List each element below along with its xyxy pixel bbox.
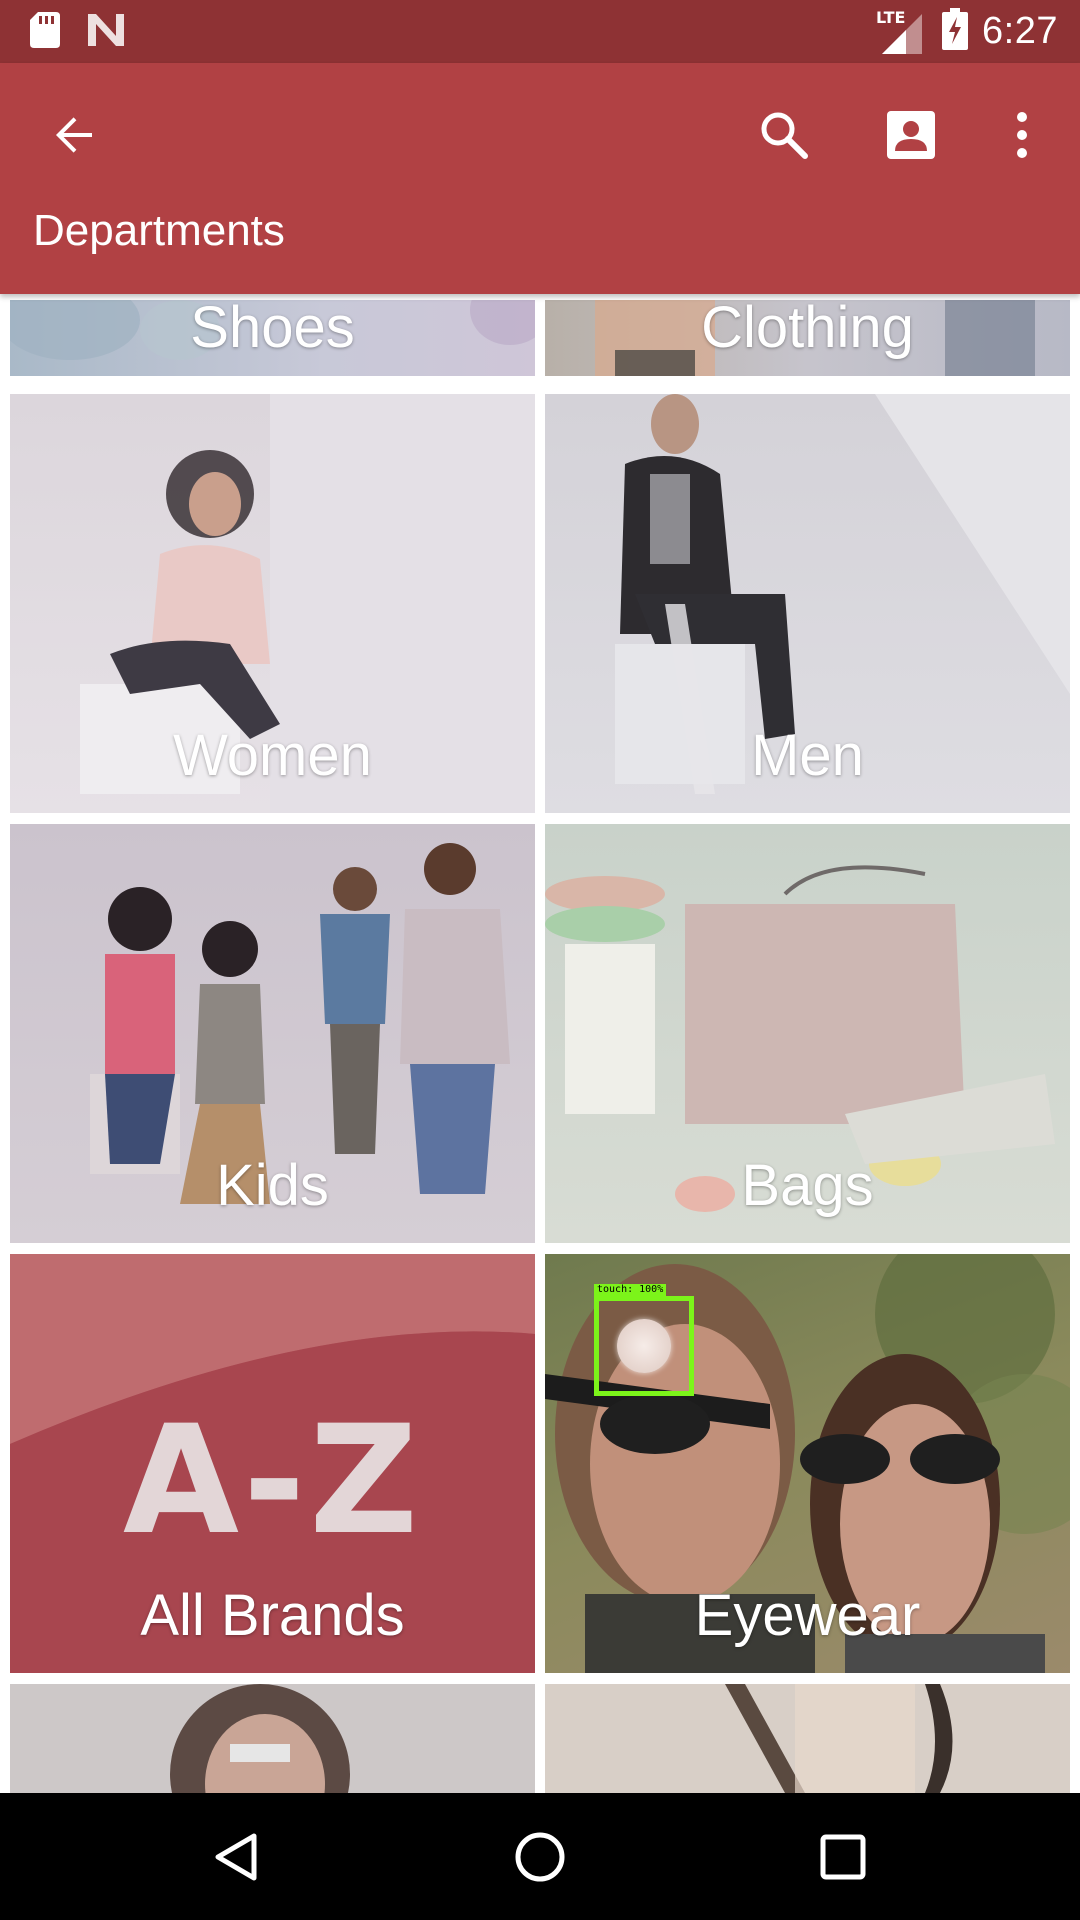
account-button[interactable] [871, 95, 951, 175]
department-label: Women [173, 723, 372, 788]
account-icon [887, 111, 935, 159]
back-button[interactable] [34, 95, 114, 175]
status-right: LTE 6:27 [876, 0, 1058, 63]
az-art-text: A-Z [122, 1394, 423, 1568]
clock: 6:27 [982, 10, 1058, 52]
status-left [30, 12, 126, 53]
navigation-bar [0, 1793, 1080, 1920]
nav-recents-icon [820, 1834, 866, 1880]
department-label: Men [751, 723, 864, 788]
screen: LTE 6:27 Departments Shoes Clothing Wome… [0, 0, 1080, 1920]
back-arrow-icon [56, 117, 92, 153]
department-tile-kids[interactable]: Kids [10, 824, 535, 1243]
department-tile-shoes[interactable]: Shoes [10, 300, 535, 376]
touch-indicator-label: touch: 100% [594, 1284, 667, 1296]
app-bar: Departments [0, 63, 1080, 294]
page-title: Departments [33, 206, 285, 255]
nav-back-icon [215, 1833, 257, 1881]
battery-charging-icon [942, 8, 969, 55]
nav-recents-button[interactable] [803, 1817, 883, 1897]
status-bar: LTE 6:27 [0, 0, 1080, 63]
department-label: Eyewear [694, 1583, 921, 1648]
department-tile-women[interactable]: Women [10, 394, 535, 813]
department-label: All Brands [140, 1583, 405, 1648]
sd-card-icon [30, 12, 60, 53]
partial-image-2 [725, 1684, 953, 1793]
department-label: Shoes [190, 300, 355, 360]
nav-home-icon [515, 1832, 565, 1882]
department-tile-all-brands[interactable]: A-Z All Brands [10, 1254, 535, 1673]
department-tile-partial-1[interactable] [10, 1684, 535, 1793]
more-options-button[interactable] [982, 95, 1062, 175]
search-icon [761, 112, 808, 159]
department-label: Kids [216, 1153, 329, 1218]
more-vert-icon [1017, 112, 1027, 158]
n-notification-icon [86, 12, 126, 53]
department-label: Clothing [701, 300, 914, 360]
departments-grid: Shoes Clothing Women Men Kids Bags A-Z A… [0, 294, 1080, 1793]
partial-image-1 [170, 1684, 350, 1793]
department-tile-men[interactable]: Men [545, 394, 1070, 813]
department-label: Bags [741, 1153, 874, 1218]
touch-point-icon [617, 1319, 671, 1373]
department-tile-partial-2[interactable] [545, 1684, 1070, 1793]
signal-icon: LTE [876, 8, 928, 54]
nav-back-button[interactable] [196, 1817, 276, 1897]
nav-home-button[interactable] [500, 1817, 580, 1897]
department-tile-bags[interactable]: Bags [545, 824, 1070, 1243]
department-tile-clothing[interactable]: Clothing [545, 300, 1070, 376]
search-button[interactable] [744, 95, 824, 175]
